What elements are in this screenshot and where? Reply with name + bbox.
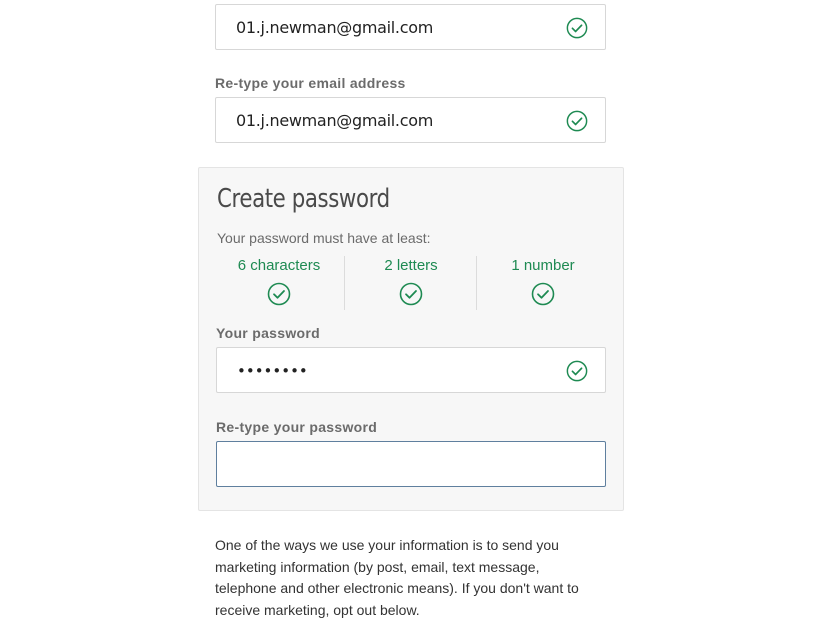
password-masked-value: •••••••• xyxy=(237,362,308,380)
requirement-label: 1 number xyxy=(511,257,575,274)
retype-email-input[interactable]: 01.j.newman@gmail.com xyxy=(215,97,606,143)
requirement-letters: 2 letters xyxy=(344,254,478,312)
check-circle-icon xyxy=(399,282,423,306)
password-label: Your password xyxy=(216,325,320,341)
requirement-number: 1 number xyxy=(476,254,610,312)
marketing-notice: One of the ways we use your information … xyxy=(215,537,579,618)
retype-email-value: 01.j.newman@gmail.com xyxy=(236,111,433,130)
password-requirements-intro: Your password must have at least: xyxy=(217,230,431,246)
check-circle-icon xyxy=(566,17,588,39)
registration-form: 01.j.newman@gmail.com Re-type your email… xyxy=(0,0,828,626)
retype-email-label: Re-type your email address xyxy=(215,75,406,91)
requirement-label: 6 characters xyxy=(237,257,321,274)
check-circle-icon xyxy=(566,110,588,132)
create-password-title: Create password xyxy=(217,184,390,214)
check-circle-icon xyxy=(531,282,555,306)
password-input[interactable]: •••••••• xyxy=(216,347,606,393)
requirement-characters: 6 characters xyxy=(212,254,346,312)
retype-password-label: Re-type your password xyxy=(216,419,378,435)
email-input[interactable]: 01.j.newman@gmail.com xyxy=(215,4,606,50)
check-circle-icon xyxy=(566,360,588,382)
requirement-label: 2 letters xyxy=(384,257,438,274)
create-password-panel: Create password Your password must have … xyxy=(198,167,624,511)
email-value: 01.j.newman@gmail.com xyxy=(236,18,433,37)
retype-password-input[interactable] xyxy=(216,441,606,487)
check-circle-icon xyxy=(267,282,291,306)
